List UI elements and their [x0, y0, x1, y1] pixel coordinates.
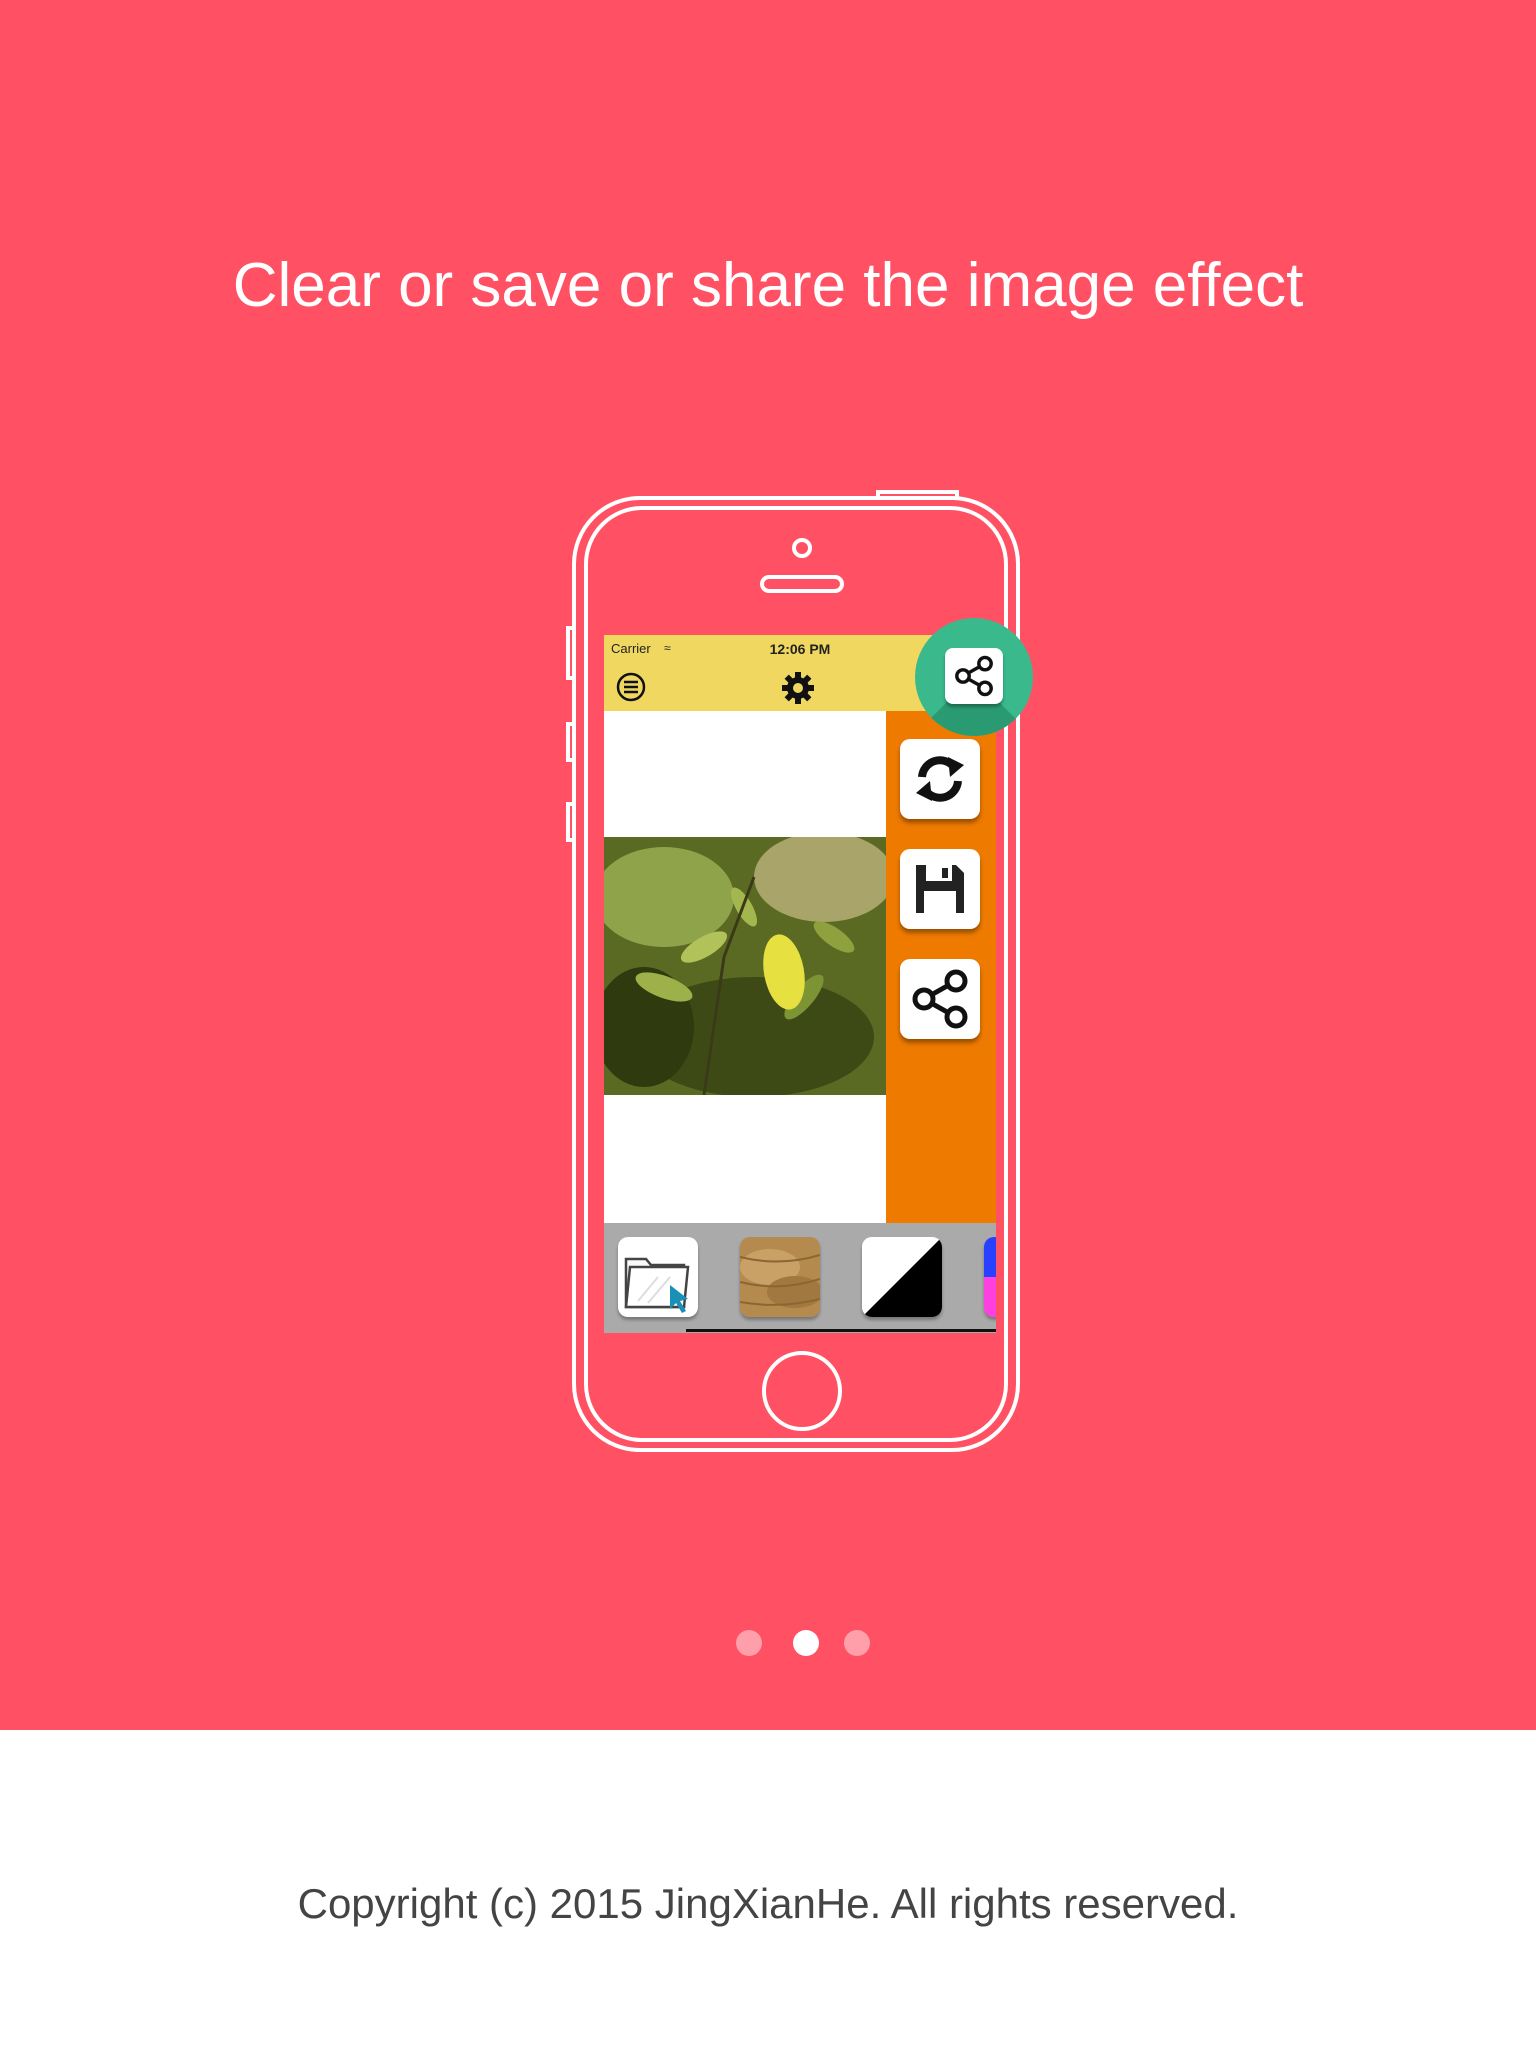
strip-divider [686, 1329, 996, 1332]
open-folder-icon [624, 1257, 690, 1313]
black-white-swatch [862, 1237, 942, 1317]
page-dot-2-active[interactable] [793, 1630, 819, 1656]
texture-swatch [740, 1237, 820, 1317]
copyright-text: Copyright (c) 2015 JingXianHe. All right… [297, 1880, 1239, 1927]
share-button[interactable] [900, 959, 980, 1039]
share-fab[interactable] [915, 618, 1033, 736]
color-swatch [984, 1237, 996, 1317]
menu-icon[interactable] [616, 672, 646, 702]
hero-background: Clear or save or share the image effect … [0, 0, 1536, 1730]
headline: Clear or save or share the image effect [232, 251, 1304, 320]
share-icon [912, 969, 968, 1029]
save-button[interactable] [900, 849, 980, 929]
save-icon [916, 865, 964, 913]
canvas-area-top [604, 711, 886, 837]
color-thumbnail[interactable] [984, 1237, 996, 1317]
black-white-thumbnail[interactable] [862, 1237, 942, 1317]
page-indicator [0, 1630, 1536, 1656]
phone-screen: Carrier ≈ 12:06 PM [604, 635, 996, 1333]
fab-share-button[interactable] [945, 648, 1003, 704]
open-folder-thumbnail[interactable] [618, 1237, 698, 1317]
leaf-photo [604, 837, 886, 1095]
share-icon [955, 655, 993, 697]
refresh-icon [916, 756, 964, 802]
texture-thumbnail[interactable] [740, 1237, 820, 1317]
gear-icon[interactable] [781, 671, 815, 705]
page-dot-1[interactable] [736, 1630, 762, 1656]
page-dot-3[interactable] [844, 1630, 870, 1656]
refresh-button[interactable] [900, 739, 980, 819]
